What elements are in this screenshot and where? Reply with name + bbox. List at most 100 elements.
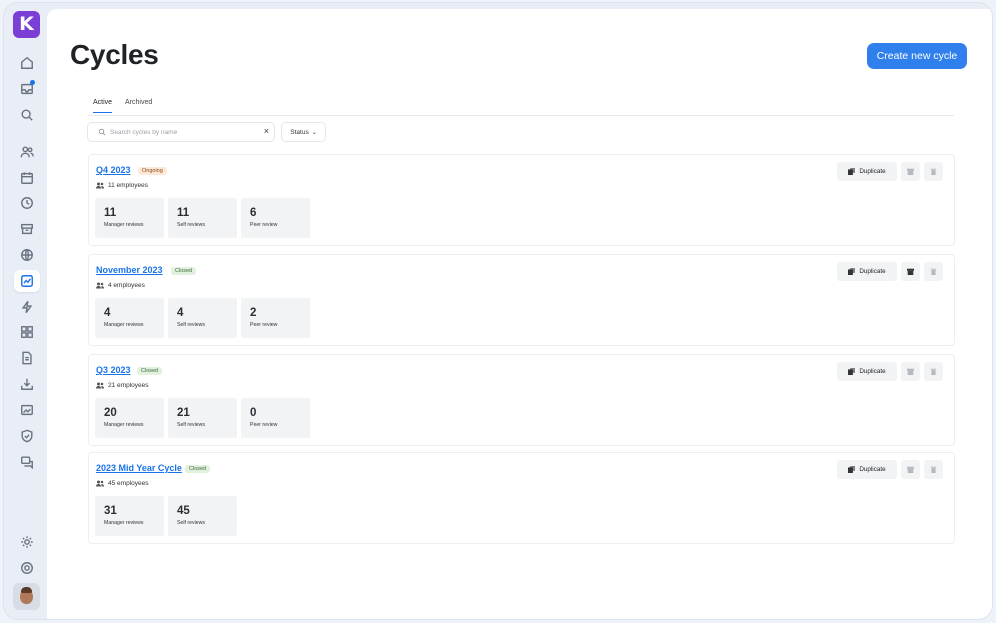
- help-icon[interactable]: [14, 557, 40, 579]
- stat-label: Manager reviews: [104, 422, 144, 428]
- trash-icon: [930, 268, 937, 275]
- chevron-down-icon: ⌄: [311, 129, 317, 136]
- duplicate-button[interactable]: Duplicate: [837, 362, 897, 381]
- chat-icon[interactable]: [14, 451, 40, 473]
- notification-dot: [30, 80, 35, 85]
- image-icon[interactable]: [14, 399, 40, 421]
- stat-label: Peer review: [250, 222, 278, 228]
- performance-icon[interactable]: [14, 270, 40, 292]
- people-icon: [96, 480, 104, 487]
- delete-button[interactable]: [924, 162, 943, 181]
- clock-icon[interactable]: [14, 192, 40, 214]
- stat-tile: 45 Self reviews: [168, 496, 237, 536]
- sidebar: K: [4, 3, 46, 619]
- people-icon: [96, 282, 104, 289]
- status-filter-dropdown[interactable]: Status ⌄: [281, 122, 326, 142]
- cycle-title-link[interactable]: November 2023: [96, 265, 163, 275]
- tab-active[interactable]: Active: [93, 99, 113, 113]
- copy-icon: [848, 268, 856, 275]
- archive-icon: [907, 368, 914, 375]
- main-content: Cycles Create new cycle Active Archived …: [47, 9, 992, 619]
- duplicate-label: Duplicate: [859, 466, 886, 473]
- cycle-card: November 2023 Closed 4 employees 4 Manage…: [88, 254, 955, 346]
- delete-button[interactable]: [924, 362, 943, 381]
- user-avatar[interactable]: [13, 583, 40, 610]
- stat-label: Self reviews: [177, 322, 205, 328]
- card-actions: Duplicate: [837, 460, 943, 479]
- stat-tile: 6 Peer review: [241, 198, 310, 238]
- stats-row: 31 Manager reviews 45 Self reviews: [95, 496, 237, 536]
- cycle-title-link[interactable]: Q3 2023: [96, 365, 131, 375]
- people-icon: [96, 182, 104, 189]
- shield-icon[interactable]: [14, 425, 40, 447]
- card-actions: Duplicate: [837, 362, 943, 381]
- create-cycle-button[interactable]: Create new cycle: [867, 43, 967, 69]
- copy-icon: [848, 168, 856, 175]
- stat-label: Self reviews: [177, 222, 205, 228]
- duplicate-button[interactable]: Duplicate: [837, 262, 897, 281]
- stats-row: 11 Manager reviews 11 Self reviews 6 Peer r…: [95, 198, 310, 238]
- stat-value: 45: [177, 505, 190, 517]
- stat-label: Self reviews: [177, 422, 205, 428]
- clear-search-icon[interactable]: ×: [264, 126, 269, 136]
- search-icon[interactable]: [14, 104, 40, 126]
- cycle-title-link[interactable]: 2023 Mid Year Cycle: [96, 463, 182, 473]
- stat-value: 11: [177, 207, 190, 219]
- cycle-title-link[interactable]: Q4 2023: [96, 165, 131, 175]
- people-icon[interactable]: [14, 141, 40, 163]
- lightning-icon[interactable]: [14, 296, 40, 318]
- download-icon[interactable]: [14, 373, 40, 395]
- duplicate-button[interactable]: Duplicate: [837, 460, 897, 479]
- archive-button[interactable]: [901, 362, 920, 381]
- stat-tile: 4 Manager reviews: [95, 298, 164, 338]
- status-badge: Closed: [171, 267, 197, 275]
- delete-button[interactable]: [924, 262, 943, 281]
- stat-value: 6: [250, 207, 257, 219]
- apps-icon[interactable]: [14, 321, 40, 343]
- home-icon[interactable]: [14, 52, 40, 74]
- stat-tile: 21 Self reviews: [168, 398, 237, 438]
- delete-button[interactable]: [924, 460, 943, 479]
- calendar-icon[interactable]: [14, 167, 40, 189]
- duplicate-button[interactable]: Duplicate: [837, 162, 897, 181]
- archive-icon[interactable]: [14, 218, 40, 240]
- search-icon: [98, 128, 106, 136]
- stat-value: 11: [104, 207, 117, 219]
- stat-value: 21: [177, 407, 190, 419]
- cycle-card: 2023 Mid Year Cycle Closed 45 employees …: [88, 452, 955, 544]
- stats-row: 20 Manager reviews 21 Self reviews 0 Peer r…: [95, 398, 310, 438]
- archive-button[interactable]: [901, 262, 920, 281]
- avatar-image: [20, 587, 33, 604]
- archive-button[interactable]: [901, 460, 920, 479]
- document-icon[interactable]: [14, 347, 40, 369]
- inbox-icon[interactable]: [14, 78, 40, 100]
- archive-icon: [907, 466, 914, 473]
- duplicate-label: Duplicate: [859, 368, 886, 375]
- stat-tile: 2 Peer review: [241, 298, 310, 338]
- settings-icon[interactable]: [14, 531, 40, 553]
- copy-icon: [848, 466, 856, 473]
- status-badge: Closed: [137, 367, 163, 375]
- stat-value: 20: [104, 407, 117, 419]
- employee-count-label: 45 employees: [108, 480, 149, 487]
- stat-value: 4: [177, 307, 184, 319]
- app-logo[interactable]: K: [13, 11, 40, 38]
- stat-value: 4: [104, 307, 111, 319]
- app-window: K Cycles Create new cycle Active Archive…: [4, 3, 992, 619]
- stat-label: Manager reviews: [104, 222, 144, 228]
- stat-label: Peer review: [250, 422, 278, 428]
- duplicate-label: Duplicate: [859, 268, 886, 275]
- stat-label: Manager reviews: [104, 520, 144, 526]
- search-input[interactable]: [110, 128, 260, 136]
- cycle-card: Q4 2023 Ongoing 11 employees 11 Manager r…: [88, 154, 955, 246]
- archive-button[interactable]: [901, 162, 920, 181]
- trash-icon: [930, 368, 937, 375]
- globe-icon[interactable]: [14, 244, 40, 266]
- search-box: ×: [87, 122, 275, 142]
- employee-count: 21 employees: [96, 382, 148, 389]
- stats-row: 4 Manager reviews 4 Self reviews 2 Peer rev…: [95, 298, 310, 338]
- card-actions: Duplicate: [837, 262, 943, 281]
- trash-icon: [930, 168, 937, 175]
- tab-archived[interactable]: Archived: [125, 99, 152, 112]
- stat-tile: 11 Self reviews: [168, 198, 237, 238]
